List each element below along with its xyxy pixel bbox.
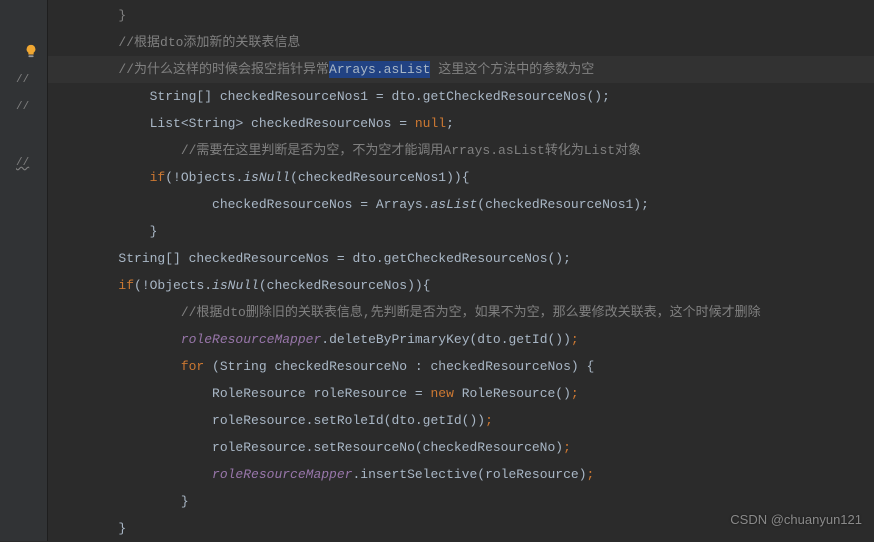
code-line[interactable]: //为什么这样的时候会报空指针异常Arrays.asList 这里这个方法中的参…: [48, 56, 874, 83]
code-token: String[] checkedResourceNos1 = dto.getCh…: [150, 89, 610, 104]
code-token: ;: [563, 440, 571, 455]
code-line[interactable]: }: [48, 218, 874, 245]
code-token: String[] checkedResourceNos = dto.getChe…: [118, 251, 570, 266]
code-line[interactable]: roleResource.setRoleId(dto.getId());: [48, 407, 874, 434]
code-token: if: [118, 278, 134, 293]
comment-text: //为什么这样的时候会报空指针异常: [118, 62, 329, 77]
code-line[interactable]: String[] checkedResourceNos = dto.getChe…: [48, 245, 874, 272]
code-line[interactable]: if(!Objects.isNull(checkedResourceNos)){: [48, 272, 874, 299]
editor-gutter: // // //: [0, 0, 48, 541]
code-token: new: [430, 386, 461, 401]
code-token: .deleteByPrimaryKey(dto.getId()): [321, 332, 571, 347]
code-token: ;: [587, 467, 595, 482]
code-token: ;: [485, 413, 493, 428]
code-line[interactable]: }: [48, 2, 874, 29]
code-token: }: [150, 224, 158, 239]
comment-text: //根据dto删除旧的关联表信息,先判断是否为空，如果不为空，那么要修改关联表，…: [181, 305, 761, 320]
code-line[interactable]: RoleResource roleResource = new RoleReso…: [48, 380, 874, 407]
code-line[interactable]: roleResource.setResourceNo(checkedResour…: [48, 434, 874, 461]
code-line[interactable]: //需要在这里判断是否为空，不为空才能调用Arrays.asList转化为Lis…: [48, 137, 874, 164]
code-line[interactable]: //根据dto删除旧的关联表信息,先判断是否为空，如果不为空，那么要修改关联表，…: [48, 299, 874, 326]
code-line[interactable]: roleResourceMapper.deleteByPrimaryKey(dt…: [48, 326, 874, 353]
code-token: isNull: [212, 278, 259, 293]
code-token: }: [181, 494, 189, 509]
comment-text: 这里这个方法中的参数为空: [430, 62, 594, 77]
comment-text: //根据dto添加新的关联表信息: [118, 35, 300, 50]
watermark-text: CSDN @chuanyun121: [730, 512, 862, 527]
code-line[interactable]: roleResourceMapper.insertSelective(roleR…: [48, 461, 874, 488]
code-line[interactable]: for (String checkedResourceNo : checkedR…: [48, 353, 874, 380]
code-token: roleResourceMapper: [181, 332, 321, 347]
lightbulb-icon[interactable]: [24, 44, 38, 58]
code-token: .insertSelective(roleResource): [352, 467, 586, 482]
code-token: (checkedResourceNos1)){: [290, 170, 469, 185]
selected-text[interactable]: Arrays.asList: [329, 61, 430, 78]
code-token: (!Objects.: [165, 170, 243, 185]
code-token: roleResource.setRoleId(dto.getId()): [212, 413, 485, 428]
code-line[interactable]: if(!Objects.isNull(checkedResourceNos1))…: [48, 164, 874, 191]
code-token: (checkedResourceNos)){: [259, 278, 431, 293]
code-line[interactable]: }: [48, 488, 874, 515]
code-token: isNull: [243, 170, 290, 185]
code-editor[interactable]: } //根据dto添加新的关联表信息 //为什么这样的时候会报空指针异常Arra…: [48, 0, 874, 541]
code-token: checkedResourceNos = Arrays.: [212, 197, 430, 212]
code-token: ;: [571, 332, 579, 347]
code-token: asList: [430, 197, 477, 212]
code-token: null: [415, 116, 446, 131]
gutter-comment-mark: //: [16, 101, 29, 113]
code-token: for: [181, 359, 212, 374]
code-token: ;: [571, 386, 579, 401]
code-token: RoleResource(): [462, 386, 571, 401]
gutter-comment-mark: //: [16, 157, 29, 169]
brace: }: [118, 8, 126, 23]
code-line[interactable]: String[] checkedResourceNos1 = dto.getCh…: [48, 83, 874, 110]
code-token: }: [118, 521, 126, 536]
code-token: RoleResource roleResource =: [212, 386, 430, 401]
code-line[interactable]: List<String> checkedResourceNos = null;: [48, 110, 874, 137]
code-token: List<String> checkedResourceNos =: [150, 116, 415, 131]
code-token: ;: [446, 116, 454, 131]
code-line[interactable]: //根据dto添加新的关联表信息: [48, 29, 874, 56]
comment-text: //需要在这里判断是否为空，不为空才能调用Arrays.asList转化为Lis…: [181, 143, 641, 158]
code-line[interactable]: checkedResourceNos = Arrays.asList(check…: [48, 191, 874, 218]
code-token: (String checkedResourceNo : checkedResou…: [212, 359, 594, 374]
code-token: roleResource.setResourceNo(checkedResour…: [212, 440, 563, 455]
code-token: (checkedResourceNos1);: [477, 197, 649, 212]
code-token: (!Objects.: [134, 278, 212, 293]
gutter-comment-mark: //: [16, 74, 29, 86]
code-token: if: [150, 170, 166, 185]
code-token: roleResourceMapper: [212, 467, 352, 482]
